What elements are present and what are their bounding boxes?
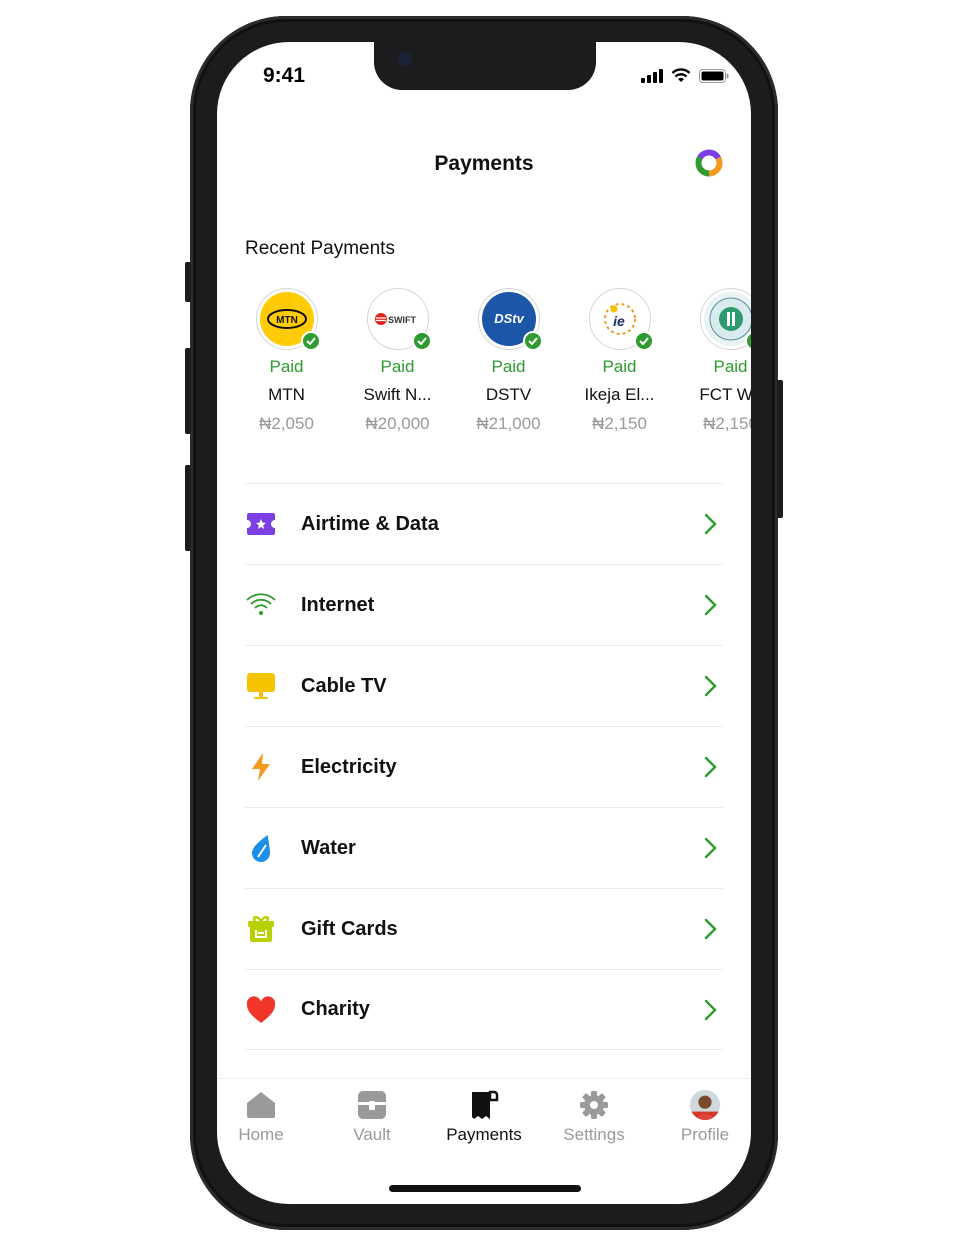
svg-text:SWIFT: SWIFT [388,315,416,325]
recent-payment-item[interactable]: SWIFT Paid Swift N... ₦20,000 [342,288,453,434]
recent-payments-title: Recent Payments [245,238,395,259]
nav-item-home[interactable]: Home [217,1089,311,1145]
payment-name: DSTV [485,385,532,404]
svg-text:DStv: DStv [494,311,524,326]
water-drop-icon [245,832,277,864]
payment-name: Swift N... [363,385,432,404]
nav-item-settings[interactable]: Settings [544,1089,644,1145]
nav-label: Payments [446,1125,522,1144]
nav-label: Home [238,1125,284,1144]
payment-name: MTN [268,385,305,404]
menu-item-label: Cable TV [301,674,387,697]
vault-icon [356,1089,388,1121]
menu-item-electricity[interactable]: Electricity [245,726,723,807]
avatar [689,1089,721,1121]
lightning-icon [245,751,277,783]
tv-icon [245,670,277,702]
battery-icon [699,68,729,83]
payment-amount: ₦2,150 [703,414,751,433]
payment-amount: ₦21,000 [476,414,541,433]
nav-label: Settings [563,1125,625,1144]
menu-item-label: Airtime & Data [301,512,439,535]
recent-payments-list: MTN Paid MTN ₦2,050 SWIFT Paid Swift N..… [231,288,751,448]
home-indicator[interactable] [389,1185,581,1192]
chevron-right-icon [704,837,717,859]
menu-item-internet[interactable]: Internet [245,564,723,645]
front-camera [398,52,412,66]
gear-icon [578,1089,610,1121]
menu-item-charity[interactable]: Charity [245,969,723,1050]
nav-item-vault[interactable]: Vault [322,1089,422,1145]
payment-name: FCT Wa [699,385,751,404]
recent-payment-item[interactable]: DStv Paid DSTV ₦21,000 [453,288,564,434]
chevron-right-icon [704,999,717,1020]
app-logo-icon[interactable] [695,149,723,177]
payment-amount: ₦20,000 [365,414,430,433]
home-icon [245,1089,277,1121]
payment-status: Paid [713,357,748,376]
gift-icon [245,913,277,945]
payment-amount: ₦2,150 [592,414,647,433]
payment-status: Paid [380,357,415,376]
bottom-nav: Home Vault Payments Settings Profile [217,1078,751,1158]
page-title: Payments [434,152,534,175]
check-icon [300,331,321,351]
power-button [777,380,783,518]
nav-label: Vault [353,1125,391,1144]
volume-down-button [185,465,191,551]
wifi-icon [245,589,277,621]
ikeja-electric-logo: ie [588,288,654,351]
menu-item-label: Charity [301,998,370,1020]
signal-icon [641,68,663,83]
nav-label: Profile [680,1125,730,1144]
notch [374,42,596,90]
status-time: 9:41 [263,64,306,87]
nav-item-payments[interactable]: Payments [434,1089,534,1145]
menu-item-label: Water [301,836,356,859]
svg-text:ie: ie [613,313,625,329]
fct-water-board-logo [699,288,751,351]
check-icon [633,331,654,351]
chevron-right-icon [704,918,717,940]
recent-payment-item[interactable]: ie Paid Ikeja El... ₦2,150 [564,288,675,434]
payment-status: Paid [491,357,526,376]
menu-item-label: Electricity [301,755,397,778]
recent-payment-item[interactable]: MTN Paid MTN ₦2,050 [231,288,342,434]
menu-item-label: Gift Cards [301,917,398,940]
menu-item-water[interactable]: Water [245,807,723,888]
wifi-status-icon [671,68,691,82]
phone-screen: 9:41 Payments Recent Payments MTN Paid M… [217,42,751,1204]
status-icons [641,68,729,83]
heart-icon [245,994,277,1026]
receipt-icon [468,1089,500,1121]
volume-up-button [185,348,191,434]
menu-item-label: Internet [301,593,375,616]
payment-name: Ikeja El... [584,385,655,404]
dstv-logo: DStv [477,288,543,351]
payment-amount: ₦2,050 [259,414,314,433]
recent-payment-item[interactable]: Paid FCT Wa ₦2,150 [675,288,751,434]
chevron-right-icon [704,756,717,778]
chevron-right-icon [704,513,717,535]
mute-switch [185,262,191,302]
ticket-icon [245,508,277,540]
mtn-logo: MTN [255,288,321,351]
chevron-right-icon [704,594,717,616]
nav-item-profile[interactable]: Profile [655,1089,751,1145]
payment-categories: Airtime & Data Internet Cable TV Electri… [245,483,723,1050]
swift-logo: SWIFT [366,288,432,351]
svg-text:MTN: MTN [276,315,298,326]
menu-item-gift-cards[interactable]: Gift Cards [245,888,723,969]
menu-item-airtime-data[interactable]: Airtime & Data [245,483,723,564]
payment-status: Paid [269,357,304,376]
chevron-right-icon [704,675,717,697]
check-icon [411,331,432,351]
menu-item-cable-tv[interactable]: Cable TV [245,645,723,726]
payment-status: Paid [602,357,637,376]
check-icon [522,331,543,351]
